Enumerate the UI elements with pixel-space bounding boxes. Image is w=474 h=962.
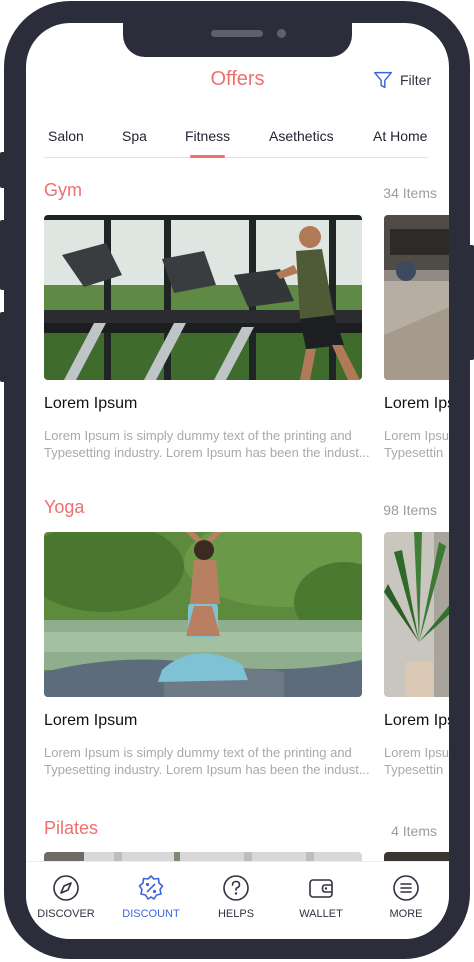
yoga-card-image-next[interactable] <box>384 532 449 697</box>
gym-desc-line-2: Typesetting industry. Lorem Ipsum has be… <box>44 445 370 460</box>
volume-down-button <box>0 312 5 382</box>
nav-discover-label: DISCOVER <box>37 908 95 920</box>
speaker <box>211 30 263 37</box>
gym-desc-line-1: Lorem Ipsum is simply dummy text of the … <box>44 428 352 443</box>
nav-discount[interactable]: DISCOUNT <box>111 874 191 920</box>
gym-card-image[interactable] <box>44 215 362 380</box>
nav-wallet[interactable]: WALLET <box>281 874 361 920</box>
tab-spa[interactable]: Spa <box>122 128 147 144</box>
gym-card-description: Lorem Ipsum is simply dummy text of the … <box>44 427 376 461</box>
help-icon <box>223 875 249 901</box>
section-title-yoga: Yoga <box>44 497 85 517</box>
nav-helps[interactable]: HELPS <box>196 874 276 920</box>
screen: Offers Filter Salon Spa Fitness Asetheti… <box>26 23 449 939</box>
treadmill-photo <box>44 215 362 380</box>
yoga-next-desc-line-1: Lorem Ipsu <box>384 745 449 760</box>
menu-icon <box>393 875 419 901</box>
filter-label: Filter <box>400 72 432 88</box>
tab-salon[interactable]: Salon <box>48 128 84 144</box>
nav-more[interactable]: MORE <box>366 874 446 920</box>
gym-interior-photo <box>384 215 449 380</box>
power-button <box>469 245 474 360</box>
mute-switch <box>0 152 5 188</box>
gym-card-description-next: Lorem Ipsu Typesettin <box>384 427 449 461</box>
tab-fitness[interactable]: Fitness <box>185 128 230 144</box>
section-count-pilates: 4 Items <box>391 823 437 839</box>
section-count-yoga: 98 Items <box>383 502 437 518</box>
gym-card-image-next[interactable] <box>384 215 449 380</box>
nav-discount-label: DISCOUNT <box>122 908 180 920</box>
yoga-desc-line-2: Typesetting industry. Lorem Ipsum has be… <box>44 762 370 777</box>
yoga-card-description: Lorem Ipsum is simply dummy text of the … <box>44 744 376 778</box>
gym-next-desc-line-1: Lorem Ipsu <box>384 428 449 443</box>
yoga-next-desc-line-2: Typesettin <box>384 762 444 777</box>
front-camera <box>277 29 286 38</box>
discount-badge-icon <box>138 875 164 900</box>
tab-asethetics[interactable]: Asethetics <box>269 128 334 144</box>
yoga-photo <box>44 532 362 697</box>
gym-card-title: Lorem Ipsum <box>44 395 138 412</box>
yoga-card-image[interactable] <box>44 532 362 697</box>
yoga-card-description-next: Lorem Ipsu Typesettin <box>384 744 449 778</box>
gym-next-desc-line-2: Typesettin <box>384 445 444 460</box>
section-title-pilates: Pilates <box>44 818 99 838</box>
volume-up-button <box>0 220 5 290</box>
bottom-navigation: DISCOVER DISCOUNT HELPS WALLET MORE <box>26 861 449 939</box>
nav-discover[interactable]: DISCOVER <box>26 874 106 920</box>
notch <box>123 23 352 57</box>
active-tab-indicator <box>190 155 225 158</box>
yoga-card-title: Lorem Ipsum <box>44 712 138 729</box>
yoga-card-title-next: Lorem Ips <box>384 712 449 729</box>
gym-card-title-next: Lorem Ips <box>384 395 449 412</box>
section-count-gym: 34 Items <box>383 185 437 201</box>
nav-more-label: MORE <box>389 908 423 920</box>
funnel-icon <box>374 71 392 89</box>
yoga-desc-line-1: Lorem Ipsum is simply dummy text of the … <box>44 745 352 760</box>
wallet-icon <box>309 879 333 898</box>
nav-wallet-label: WALLET <box>299 908 343 920</box>
nav-helps-label: HELPS <box>217 908 255 920</box>
section-title-gym: Gym <box>44 180 82 200</box>
tab-at-home[interactable]: At Home <box>373 128 427 144</box>
filter-button[interactable]: Filter <box>372 69 431 91</box>
category-tabs: Salon Spa Fitness Asethetics At Home <box>44 121 428 158</box>
compass-icon <box>53 875 79 901</box>
plant-photo <box>384 532 449 697</box>
